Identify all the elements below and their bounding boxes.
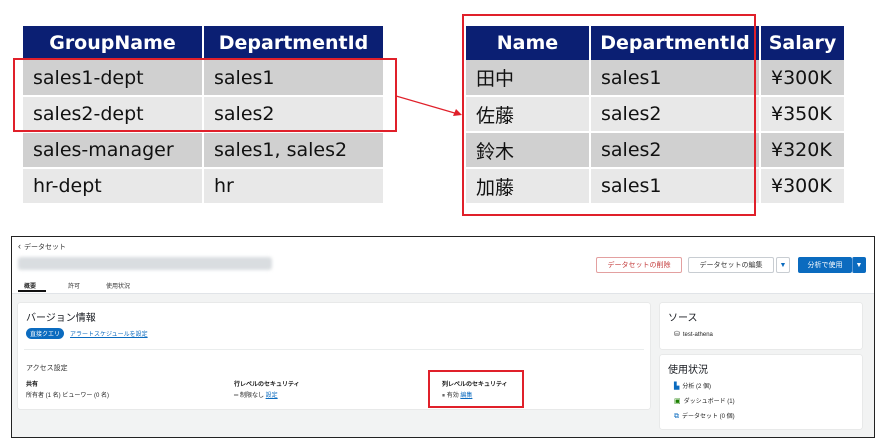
section-divider: [24, 349, 644, 350]
cell-salary: ¥320K: [760, 132, 844, 169]
col-header-groupname: GroupName: [23, 26, 204, 60]
database-icon: ⛁: [674, 331, 680, 338]
source-title: ソース: [668, 313, 698, 324]
source-item: test-athena: [682, 332, 713, 338]
cell-groupname: hr-dept: [23, 168, 204, 205]
alert-schedule-link[interactable]: アラートスケジュールを設定: [70, 329, 148, 338]
dataset-title-redacted: [18, 257, 272, 270]
dataset-icon: ⧉: [674, 413, 679, 420]
back-link[interactable]: ‹ データセット: [18, 241, 66, 252]
dataset-screenshot: ‹ データセット データセットの削除 データセットの編集 ▼ 分析で使用 ▼ 概要…: [11, 236, 875, 438]
cell-departmentid: hr: [203, 168, 383, 205]
cell-salary: ¥350K: [760, 96, 844, 133]
table-row: hr-dept hr: [23, 168, 383, 205]
usage-item-analysis: 分析 (2 個): [682, 384, 712, 390]
access-settings-title: アクセス設定: [26, 365, 68, 372]
delete-dataset-button[interactable]: データセットの削除: [596, 257, 682, 273]
col-header-departmentid: DepartmentId: [203, 26, 383, 60]
arrow-icon: [396, 95, 462, 116]
edit-dropdown-chevron-down-icon[interactable]: ▼: [776, 257, 790, 273]
use-in-analysis-button[interactable]: 分析で使用: [798, 257, 852, 273]
row-security-label: 行レベルのセキュリティ: [234, 382, 300, 388]
row-security-value: 制限なし: [239, 393, 264, 399]
cell-groupname: sales-manager: [23, 132, 204, 169]
use-dropdown-chevron-down-icon[interactable]: ▼: [852, 257, 866, 273]
tab-overview[interactable]: 概要: [24, 281, 36, 290]
overview-card: バージョン情報 直接クエリ アラートスケジュールを設定 アクセス設定 共有 所有…: [18, 303, 650, 409]
usage-title: 使用状況: [668, 365, 708, 376]
source-card: ソース ⛁ test-athena: [660, 303, 862, 349]
group-table-header: GroupName DepartmentId: [23, 26, 383, 60]
cell-departmentid: sales1, sales2: [203, 132, 383, 169]
breadcrumb: データセット: [24, 244, 66, 251]
analysis-icon: ▙: [674, 383, 680, 390]
chevron-left-icon: ‹: [18, 241, 21, 251]
tab-usage[interactable]: 使用状況: [106, 281, 130, 290]
usage-item-dataset: データセット (0 個): [682, 414, 735, 420]
cell-salary: ¥300K: [760, 168, 844, 205]
table-row: sales-manager sales1, sales2: [23, 132, 383, 169]
row-security-settings-link[interactable]: 設定: [266, 393, 278, 399]
user-highlight-box: [462, 14, 756, 216]
usage-card: 使用状況 ▙ 分析 (2 個) ▣ ダッシュボード (1) ⧉ データセット (0 個…: [660, 355, 862, 429]
version-info-title: バージョン情報: [26, 313, 96, 324]
shared-label: 共有: [26, 382, 39, 388]
tab-permissions[interactable]: 許可: [68, 281, 80, 290]
edit-dataset-button[interactable]: データセットの編集: [688, 257, 774, 273]
shared-value: 所有者 (1 名) ビューワー (0 名): [26, 393, 110, 399]
column-security-highlight-box: [428, 370, 524, 408]
col-header-salary: Salary: [760, 26, 844, 60]
direct-query-badge: 直接クエリ: [26, 328, 65, 339]
active-tab-indicator: [18, 290, 46, 292]
usage-item-dashboard: ダッシュボード (1): [683, 399, 735, 405]
dashboard-icon: ▣: [674, 398, 681, 405]
cell-salary: ¥300K: [760, 60, 844, 97]
no-restriction-icon: ═: [234, 393, 239, 399]
group-highlight-box: [13, 58, 397, 132]
